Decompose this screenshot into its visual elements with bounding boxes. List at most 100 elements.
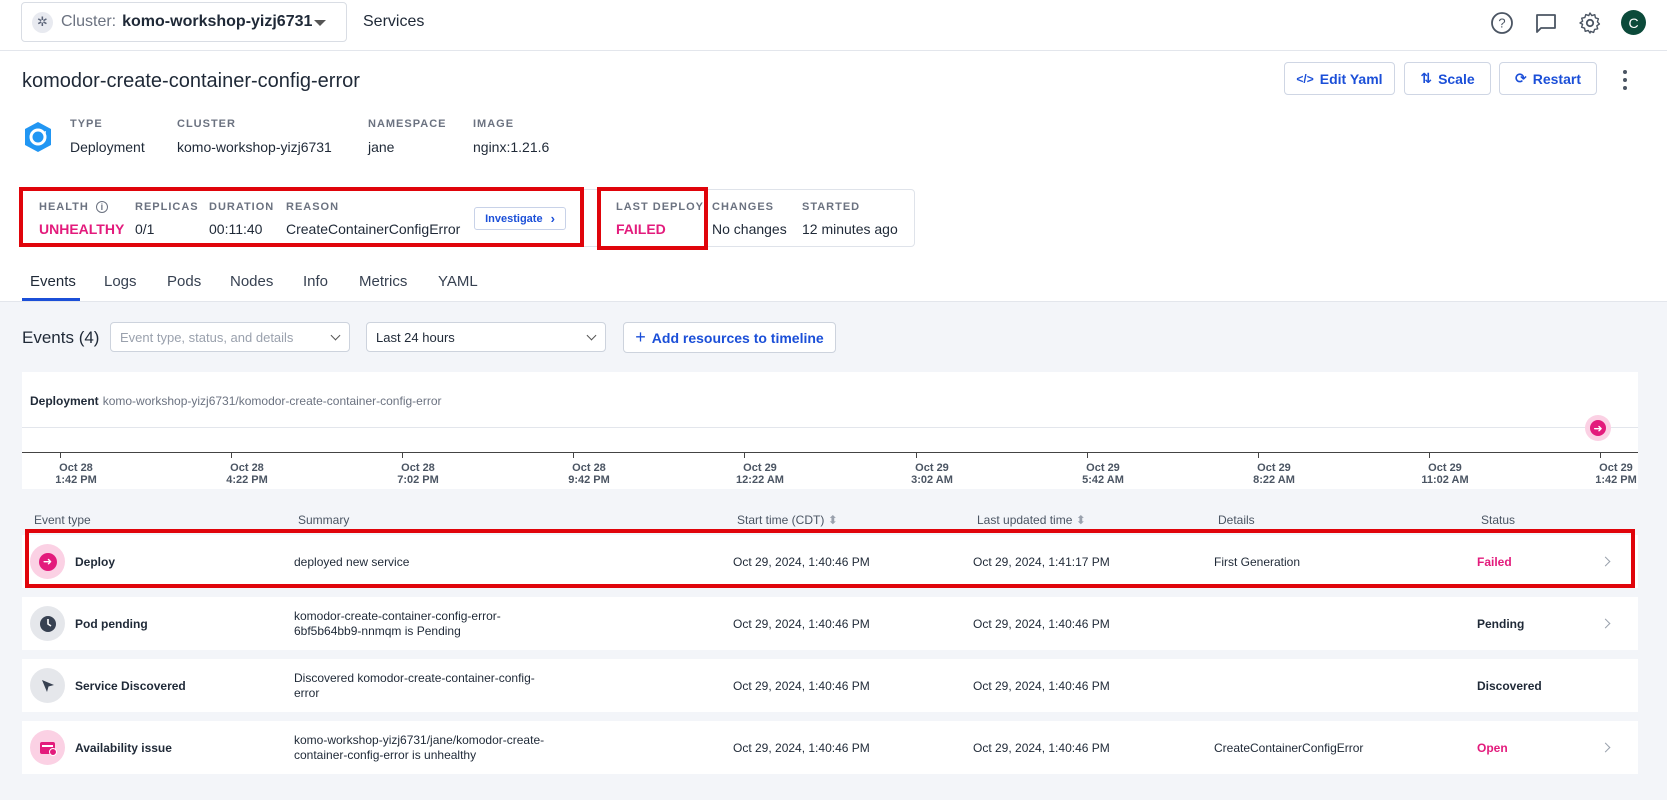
chevron-down-icon <box>330 330 341 341</box>
chevron-right-icon <box>1600 618 1611 629</box>
event-last-updated: Oct 29, 2024, 1:40:46 PM <box>973 617 1110 631</box>
timeline-tick <box>573 452 574 458</box>
cursor-pointer-icon <box>30 668 65 703</box>
edit-yaml-button[interactable]: </> Edit Yaml <box>1284 62 1395 95</box>
tab-nodes[interactable]: Nodes <box>230 273 273 290</box>
add-resources-label: Add resources to timeline <box>651 329 824 346</box>
timeline-kind: Deployment <box>30 394 99 408</box>
image-label: IMAGE <box>473 118 515 130</box>
cluster-selector-label: Cluster: <box>61 13 117 30</box>
table-row[interactable]: Availability issue komo-workshop-yizj673… <box>22 721 1638 774</box>
investigate-button[interactable]: Investigate › <box>474 207 566 230</box>
column-event-type: Event type <box>34 513 91 527</box>
timeline-tick-label: Oct 29 8:22 AM <box>1253 462 1295 486</box>
top-bar: ✲ Cluster: komo-workshop-yizj6731 Servic… <box>0 0 1667 51</box>
event-type: Availability issue <box>75 741 172 755</box>
settings-gear-icon[interactable] <box>1578 11 1602 35</box>
help-icon[interactable]: ? <box>1490 11 1514 35</box>
sort-icon: ⬍ <box>827 513 838 527</box>
svg-text:?: ? <box>1498 16 1505 31</box>
services-link[interactable]: Services <box>363 13 424 31</box>
investigate-label: Investigate <box>485 212 543 225</box>
last-deploy-value: FAILED <box>616 221 666 237</box>
event-start-time: Oct 29, 2024, 1:40:46 PM <box>733 555 870 569</box>
health-label: HEALTH i <box>39 201 108 213</box>
time-range-value: Last 24 hours <box>376 329 455 345</box>
timeline-tick <box>402 452 403 458</box>
column-start-time[interactable]: Start time (CDT) ⬍ <box>737 513 838 527</box>
column-last-updated[interactable]: Last updated time ⬍ <box>977 513 1086 527</box>
timeline-deploy-event-marker[interactable]: ➜ <box>1585 415 1611 441</box>
timeline-tick <box>1600 452 1601 458</box>
event-status: Pending <box>1477 617 1525 631</box>
timeline-tick-label: Oct 28 7:02 PM <box>397 462 439 486</box>
kubernetes-icon: ✲ <box>32 11 53 33</box>
chevron-right-icon <box>1600 556 1611 567</box>
started-label: STARTED <box>802 201 861 213</box>
caret-down-icon <box>314 20 326 26</box>
scale-button[interactable]: ⇅ Scale <box>1404 62 1491 95</box>
chevron-right-icon <box>1600 742 1611 753</box>
chevron-down-icon <box>586 330 597 341</box>
timeline-tick-label: Oct 28 9:42 PM <box>568 462 610 486</box>
column-status: Status <box>1481 513 1516 527</box>
timeline-track <box>22 427 1638 428</box>
events-title: Events (4) <box>22 328 100 347</box>
event-type: Service Discovered <box>75 679 186 693</box>
event-filter-dropdown[interactable]: Event type, status, and details <box>110 322 350 352</box>
timeline-tick <box>916 452 917 458</box>
scale-label: Scale <box>1438 70 1475 87</box>
type-value: Deployment <box>70 139 145 155</box>
event-summary: komodor-create-container-config-error- 6b… <box>294 609 501 638</box>
user-avatar[interactable]: C <box>1621 10 1646 35</box>
restart-button[interactable]: ⟳ Restart <box>1499 62 1597 95</box>
table-row[interactable]: ➜ Deploy deployed new service Oct 29, 20… <box>22 535 1638 588</box>
code-icon: </> <box>1296 71 1314 86</box>
reason-value: CreateContainerConfigError <box>286 221 461 237</box>
cluster-selector-value: komo-workshop-yizj6731 <box>122 13 313 30</box>
last-deploy-label: LAST DEPLOY <box>616 201 705 213</box>
namespace-value: jane <box>368 139 395 155</box>
tab-logs[interactable]: Logs <box>104 273 137 290</box>
more-options-icon[interactable] <box>1622 70 1628 90</box>
timeline-tick <box>1258 452 1259 458</box>
deployment-icon <box>22 121 54 153</box>
timeline-tick <box>744 452 745 458</box>
tab-metrics[interactable]: Metrics <box>359 273 407 290</box>
clock-icon <box>30 606 65 641</box>
time-range-dropdown[interactable]: Last 24 hours <box>366 322 606 352</box>
column-summary: Summary <box>298 513 350 527</box>
tab-events[interactable]: Events <box>30 273 76 290</box>
event-status: Discovered <box>1477 679 1542 693</box>
tab-yaml[interactable]: YAML <box>438 273 478 290</box>
restart-label: Restart <box>1532 70 1581 87</box>
edit-yaml-label: Edit Yaml <box>1319 70 1383 87</box>
tab-info[interactable]: Info <box>303 273 328 290</box>
event-last-updated: Oct 29, 2024, 1:41:17 PM <box>973 555 1110 569</box>
event-summary: deployed new service <box>294 555 410 569</box>
started-value: 12 minutes ago <box>802 221 898 237</box>
timeline-resource: Deployment komo-workshop-yizj6731/komodor… <box>30 394 442 408</box>
timeline-tick <box>1087 452 1088 458</box>
timeline-axis <box>22 452 1638 453</box>
event-details: CreateContainerConfigError <box>1214 741 1364 755</box>
event-summary: komo-workshop-yizj6731/jane/komodor-crea… <box>294 733 545 762</box>
plus-icon: + <box>635 327 646 347</box>
cluster-selector[interactable]: ✲ Cluster: komo-workshop-yizj6731 <box>21 2 347 42</box>
event-start-time: Oct 29, 2024, 1:40:46 PM <box>733 679 870 693</box>
type-label: TYPE <box>70 118 103 130</box>
timeline-tick-label: Oct 29 5:42 AM <box>1082 462 1124 486</box>
timeline-tick-label: Oct 28 1:42 PM <box>55 462 97 486</box>
add-resources-button[interactable]: + Add resources to timeline <box>623 322 836 353</box>
event-status: Open <box>1477 741 1508 755</box>
tab-pods[interactable]: Pods <box>167 273 201 290</box>
table-row[interactable]: Pod pending komodor-create-container-con… <box>22 597 1638 650</box>
timeline-path: komo-workshop-yizj6731/komodor-create-co… <box>102 394 442 408</box>
table-row[interactable]: Service Discovered Discovered komodor-cr… <box>22 659 1638 712</box>
event-type: Pod pending <box>75 617 148 631</box>
event-last-updated: Oct 29, 2024, 1:40:46 PM <box>973 741 1110 755</box>
duration-label: DURATION <box>209 201 275 213</box>
event-type: Deploy <box>75 555 116 569</box>
chat-icon[interactable] <box>1534 11 1558 35</box>
event-start-time: Oct 29, 2024, 1:40:46 PM <box>733 617 870 631</box>
